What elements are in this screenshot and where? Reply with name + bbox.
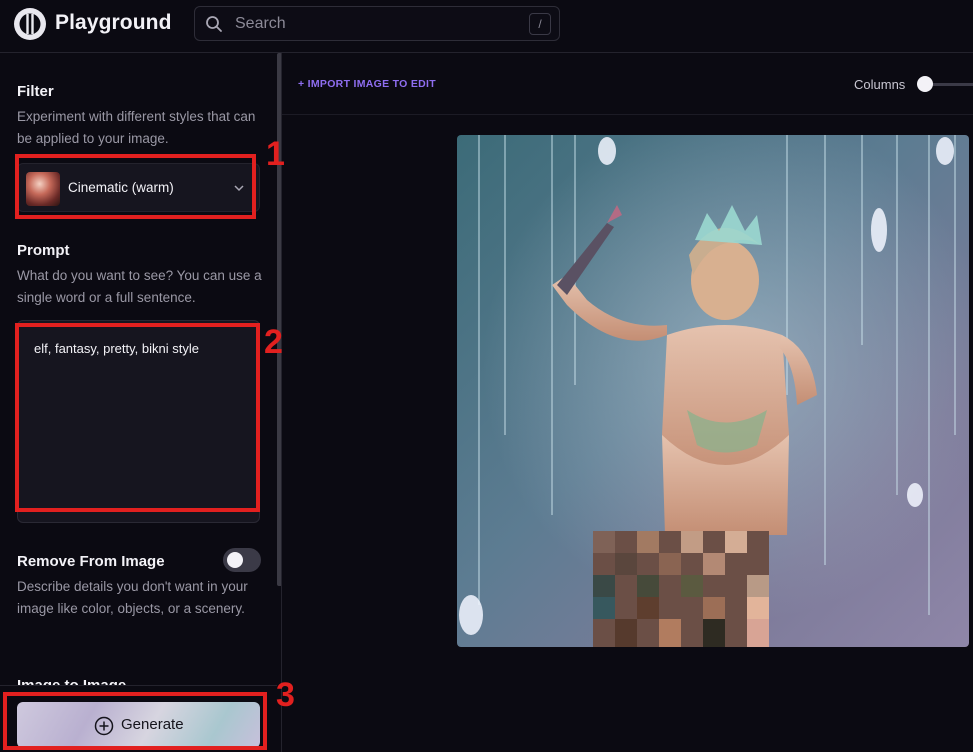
annotation-box-filter — [15, 154, 256, 219]
playground-logo-icon[interactable] — [13, 7, 47, 41]
annotation-box-prompt — [15, 323, 260, 512]
prompt-description: What do you want to see? You can use a s… — [17, 268, 262, 305]
prompt-title: Prompt — [17, 242, 70, 259]
remove-description: Describe details you don't want in your … — [17, 579, 248, 616]
search-shortcut-badge: / — [529, 13, 551, 35]
top-bar: Playground / — [0, 0, 973, 53]
columns-label: Columns — [854, 77, 906, 92]
columns-slider-knob[interactable] — [917, 76, 933, 92]
annotation-number-1: 1 — [266, 135, 285, 173]
annotation-number-3: 3 — [276, 676, 295, 714]
search-bar[interactable]: / — [194, 6, 560, 41]
import-image-link[interactable]: + IMPORT IMAGE TO EDIT — [298, 78, 436, 90]
generated-image-art — [457, 135, 969, 647]
search-input[interactable] — [235, 13, 515, 35]
remove-title: Remove From Image — [17, 553, 165, 570]
annotation-number-2: 2 — [264, 323, 283, 361]
toggle-knob — [227, 552, 243, 568]
search-icon — [206, 16, 222, 32]
filter-title: Filter — [17, 83, 54, 100]
generated-image[interactable] — [457, 135, 969, 647]
canvas-toolbar: + IMPORT IMAGE TO EDIT Columns — [282, 53, 973, 115]
filter-description: Experiment with different styles that ca… — [17, 109, 256, 146]
main-canvas: + IMPORT IMAGE TO EDIT Columns — [282, 53, 973, 752]
annotation-box-generate — [3, 692, 267, 750]
remove-from-image-toggle[interactable] — [223, 548, 261, 572]
app-title[interactable]: Playground — [55, 11, 172, 35]
